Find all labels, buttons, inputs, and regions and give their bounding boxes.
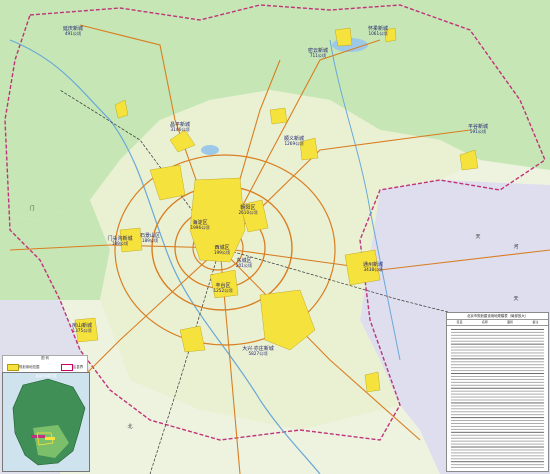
table-rows-graphic — [450, 328, 545, 469]
district-area: 1996公顷 — [190, 224, 209, 231]
legend-title: 图 例 — [41, 356, 49, 360]
district-area: 3146公顷 — [170, 126, 189, 133]
district-label: 怀柔新城1061公顷 — [368, 25, 388, 37]
table-row — [450, 355, 545, 357]
table-row — [450, 396, 545, 398]
reservoir-2 — [201, 145, 219, 155]
table-row — [450, 402, 545, 404]
table-row — [450, 428, 545, 430]
district-label: 石景山区189公顷 — [140, 232, 160, 244]
district-label: 海淀区1996公顷 — [190, 219, 209, 231]
table-row — [450, 467, 545, 469]
table-header-cell: 面积 — [507, 320, 514, 324]
table-row — [450, 417, 545, 419]
district-label: 西城区199公顷 — [214, 244, 230, 256]
table-row — [450, 443, 545, 445]
table-row — [450, 361, 545, 363]
table-row — [450, 446, 545, 448]
table-row — [450, 411, 545, 413]
table-row — [450, 458, 545, 460]
district-area: 1269公顷 — [284, 140, 303, 147]
table-row — [450, 334, 545, 336]
table-row — [450, 423, 545, 424]
table-row — [450, 373, 545, 375]
district-label: 平谷新城591公顷 — [468, 123, 488, 135]
table-row — [450, 440, 545, 442]
table-header-cell: 名称 — [481, 320, 488, 324]
table-row — [450, 420, 545, 422]
table-header-cell: 备注 — [532, 320, 539, 324]
table-row — [450, 328, 545, 330]
inset-title: 北京市域示意 — [35, 374, 57, 378]
district-area: 5827公顷 — [248, 350, 267, 357]
statistics-table-panel: 北京市规划建设用地规模表（局部放大） 区县 名称 面积 备注 — [446, 312, 549, 472]
table-row — [450, 375, 545, 377]
table-row — [450, 370, 545, 372]
district-area: 2610公顷 — [238, 209, 257, 216]
table-row — [450, 387, 545, 389]
district-label: 密云新城711公顷 — [308, 47, 328, 59]
table-row — [450, 352, 545, 354]
table-row — [450, 408, 545, 410]
table-row — [450, 358, 545, 360]
table-row — [450, 431, 545, 433]
table-row — [450, 364, 545, 366]
neighbor-region-label: 河 — [513, 243, 518, 250]
district-area: 199公顷 — [214, 249, 230, 256]
table-row — [450, 331, 545, 333]
district-label: 朝阳区2610公顷 — [238, 204, 257, 216]
table-row — [450, 399, 545, 401]
legend-swatch-planning — [7, 364, 19, 371]
district-area: 1252公顷 — [213, 287, 232, 294]
table-row — [450, 393, 545, 395]
district-label: 延庆新城491公顷 — [63, 25, 83, 37]
table-row — [450, 340, 545, 342]
neighbor-region-label: 天 — [513, 296, 518, 302]
table-row — [450, 349, 545, 351]
table-row — [450, 367, 545, 369]
table-row — [450, 414, 545, 416]
table-row — [450, 449, 545, 451]
district-label: 丰台区1252公顷 — [213, 282, 232, 294]
table-row — [450, 452, 545, 454]
district-area: 1061公顷 — [368, 30, 387, 37]
district-label: 东城区201公顷 — [236, 257, 252, 269]
table-row — [450, 455, 545, 457]
neighbor-region-label: 门 — [29, 205, 34, 212]
table-row — [450, 437, 545, 439]
table-row — [450, 337, 545, 339]
district-area: 3438公顷 — [363, 266, 382, 273]
district-area: 189公顷 — [112, 240, 128, 247]
table-row — [450, 434, 545, 436]
table-row — [450, 390, 545, 392]
table-header-cell: 区县 — [456, 320, 463, 324]
table-row — [450, 461, 545, 463]
legend-label-planning: 规划用地范围 — [19, 365, 40, 369]
table-row — [450, 425, 545, 427]
district-area: 1375公顷 — [72, 327, 91, 334]
district-label: 房山新城1375公顷 — [72, 322, 92, 334]
inset-graphic — [3, 373, 89, 471]
table-row — [450, 384, 545, 386]
district-area: 591公顷 — [470, 128, 486, 135]
district-area: 491公顷 — [65, 30, 81, 37]
table-row — [450, 378, 545, 380]
legend-label-boundary: 区县界 — [73, 365, 84, 369]
legend-swatch-boundary — [61, 364, 73, 371]
neighbor-region-label: 天 — [475, 234, 480, 240]
district-label: 昌平新城3146公顷 — [170, 121, 190, 133]
table-row — [450, 343, 545, 345]
overview-inset-map: 北京市域示意 — [2, 372, 90, 472]
district-area: 201公顷 — [236, 262, 252, 269]
district-label: 通州新城3438公顷 — [363, 261, 383, 273]
district-area: 711公顷 — [310, 52, 326, 59]
table-header: 区县 名称 面积 备注 — [447, 319, 548, 326]
neighbor-region-label: 北 — [127, 423, 132, 430]
district-area: 189公顷 — [142, 237, 158, 244]
table-row — [450, 346, 545, 348]
table-row — [450, 381, 545, 383]
table-row — [450, 464, 545, 466]
table-row — [450, 405, 545, 407]
district-label: 顺义新城1269公顷 — [284, 135, 304, 147]
